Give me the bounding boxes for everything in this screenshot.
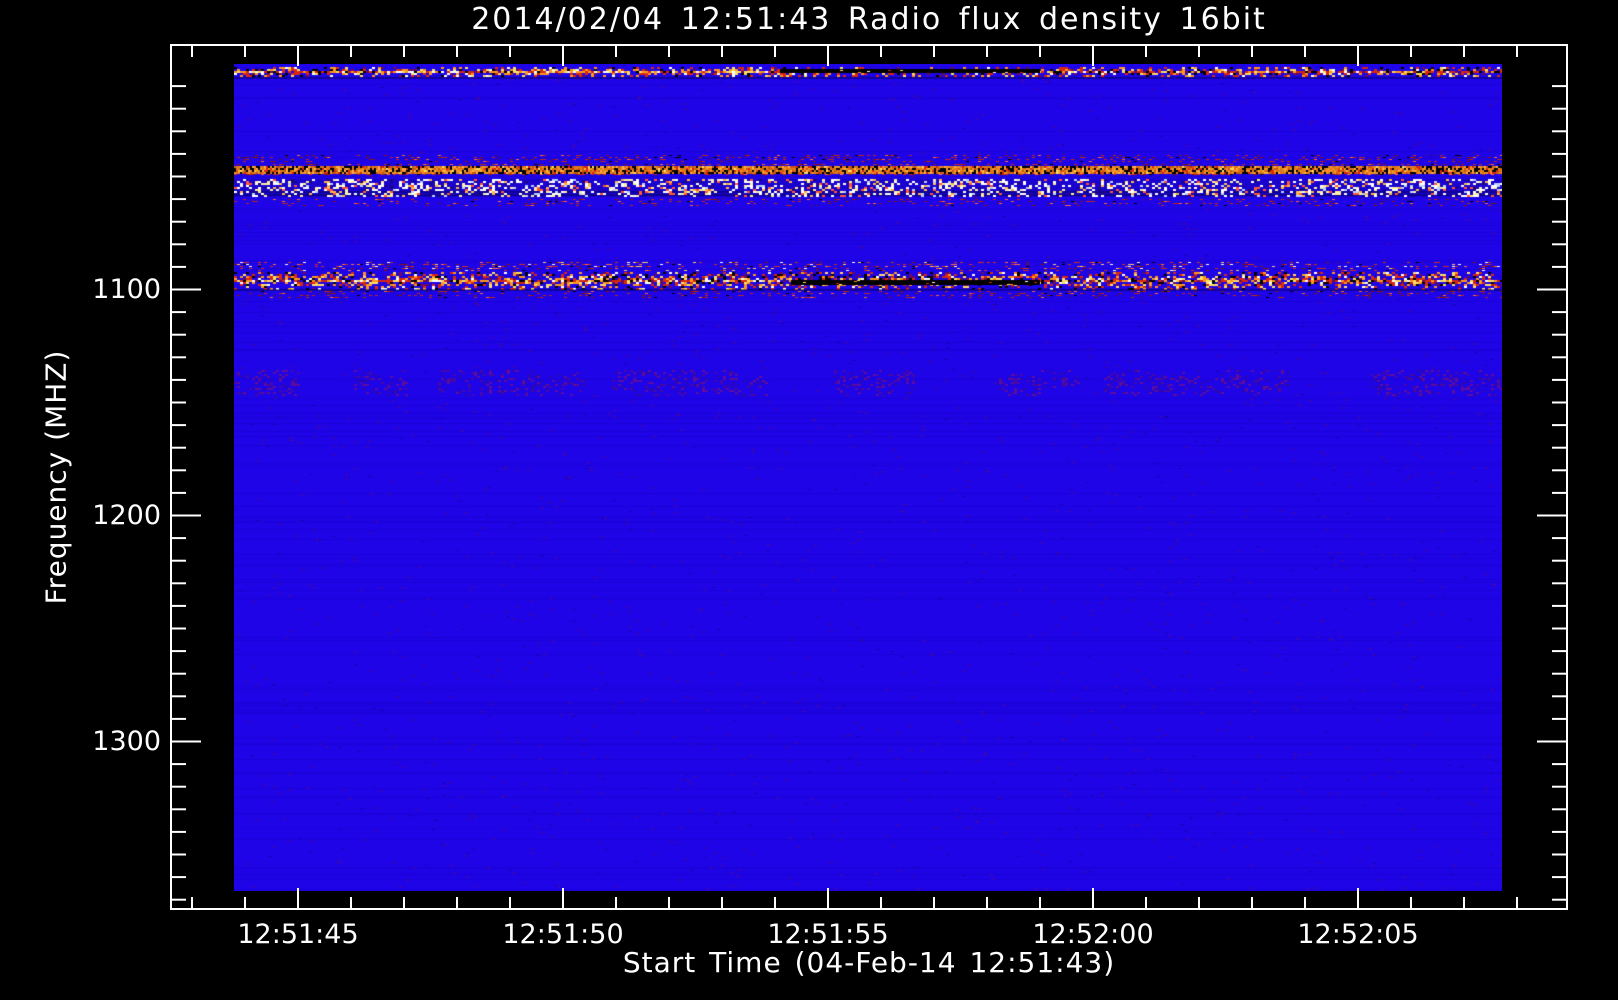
- y-tick-label: 1100: [92, 273, 161, 305]
- x-axis-label: Start Time (04-Feb-14 12:51:43): [622, 946, 1116, 979]
- chart-title: 2014/02/04 12:51:43 Radio flux density 1…: [471, 2, 1267, 37]
- y-tick-label: 1200: [92, 499, 161, 531]
- x-tick-label: 12:52:00: [1032, 919, 1154, 950]
- y-axis-label: Frequency (MHZ): [39, 349, 73, 605]
- spectrogram-page: 2014/02/04 12:51:43 Radio flux density 1…: [0, 0, 1618, 1000]
- plot-frame: [170, 44, 1568, 910]
- y-tick-label: 1300: [92, 725, 161, 757]
- x-tick-label: 12:51:45: [237, 919, 359, 950]
- x-tick-label: 12:51:55: [767, 919, 889, 950]
- x-tick-label: 12:51:50: [502, 919, 624, 950]
- axes-frame: [170, 44, 1568, 910]
- x-tick-label: 12:52:05: [1297, 919, 1419, 950]
